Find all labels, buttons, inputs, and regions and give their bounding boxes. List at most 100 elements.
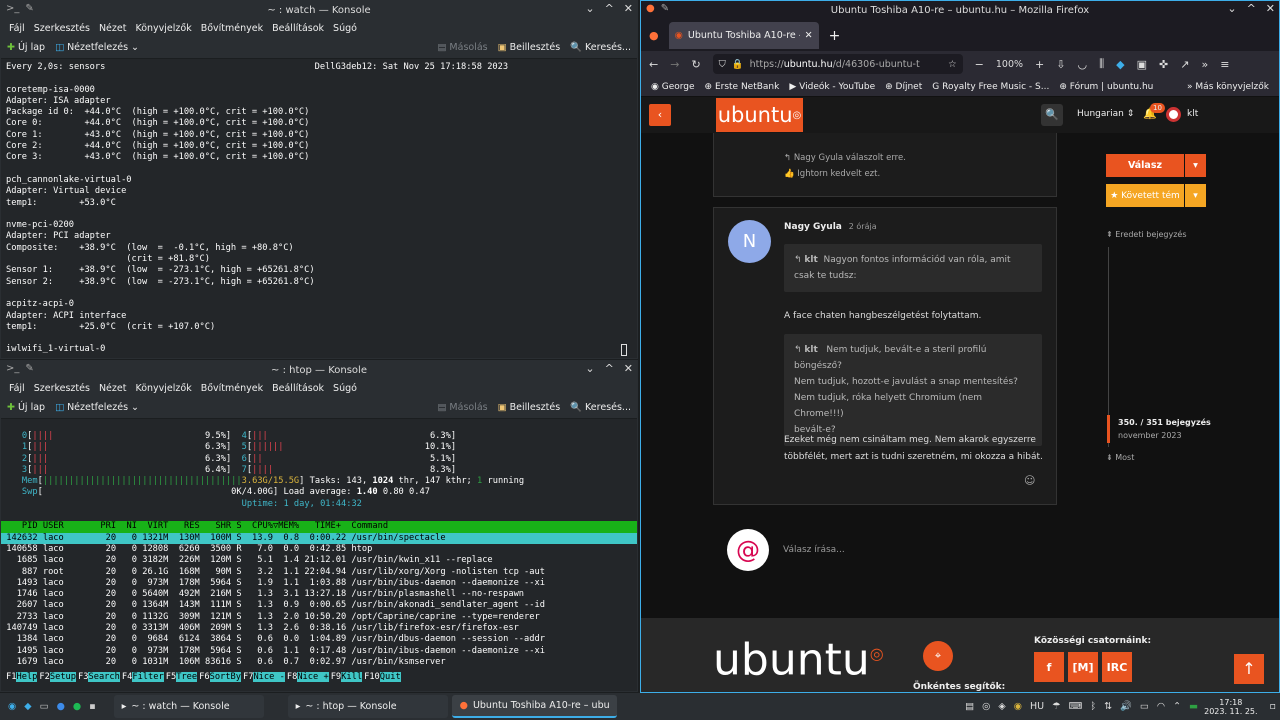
share-icon[interactable]: ↗ (1180, 58, 1189, 71)
scroll-to-top-button[interactable]: ↑ (1234, 654, 1264, 684)
search-button[interactable]: 🔍 (1041, 104, 1063, 126)
other-bookmarks[interactable]: » Más könyvjelzők (1187, 82, 1269, 92)
addon-icon[interactable]: ✜ (1159, 58, 1168, 71)
replied-note[interactable]: ↰ Nagy Gyula válaszolt erre. (784, 153, 906, 163)
process-row[interactable]: 1384 laco 20 0 9684 6124 3864 S 0.6 0.0 … (1, 634, 637, 645)
firefox-window[interactable]: ● ✎ Ubuntu Toshiba A10-re – ubuntu.hu – M… (640, 0, 1280, 693)
update-icon[interactable]: ◉ (1014, 701, 1022, 712)
pin-icon[interactable]: ◈ (998, 701, 1005, 712)
post-author[interactable]: Nagy Gyula (784, 222, 842, 232)
function-key[interactable]: F8Nice + (287, 672, 331, 683)
input-method-icon[interactable]: ⌨ (1069, 701, 1083, 712)
bookmark-item[interactable]: ⊕ Fórum | ubuntu.hu (1059, 82, 1153, 92)
browser-tab[interactable]: ◉ Ubuntu Toshiba A10-re – u ✕ (668, 22, 819, 49)
community-channel-button[interactable]: IRC (1102, 652, 1132, 682)
author-avatar[interactable]: N (728, 220, 771, 263)
post-time[interactable]: 2 órája (849, 222, 877, 231)
close-icon[interactable]: ✕ (624, 362, 633, 375)
scrubber-original[interactable]: ⇞ Eredeti bejegyzés (1106, 230, 1187, 239)
new-tab-icon[interactable]: + (829, 28, 841, 44)
process-row[interactable]: 1493 laco 20 0 973M 178M 5964 S 1.9 1.1 … (1, 578, 637, 589)
function-key[interactable]: F3Search (78, 672, 122, 683)
task-firefox[interactable]: ●Ubuntu Toshiba A10-re – ubuntu.h... (451, 695, 617, 718)
community-channel-button[interactable]: f (1034, 652, 1064, 682)
file-manager-icon[interactable]: ▭ (40, 701, 49, 712)
scrubber-now[interactable]: ⇟ Most (1106, 453, 1134, 462)
spotify-icon[interactable]: ● (73, 701, 81, 712)
wifi-icon[interactable]: ◠ (1157, 701, 1165, 712)
function-key[interactable]: F6SortBy (199, 672, 243, 683)
process-row[interactable]: 887 root 20 0 26.1G 168M 90M S 3.2 1.1 2… (1, 567, 637, 578)
language-select[interactable]: Hungarian ⇕ (1077, 109, 1134, 119)
process-row[interactable]: 1679 laco 20 0 1031M 106M 83616 S 0.6 0.… (1, 657, 637, 668)
process-row[interactable]: 142632 laco 20 0 1321M 130M 100M S 13.9 … (1, 532, 637, 544)
firefox-view-icon[interactable]: ● (649, 29, 659, 42)
tab-close-icon[interactable]: ✕ (805, 30, 813, 41)
caprine-icon[interactable]: ◎ (982, 701, 990, 712)
function-key[interactable]: F4Filter (122, 672, 166, 683)
menu-item[interactable]: Fájl (9, 383, 25, 394)
menu-item[interactable]: Fájl (9, 23, 25, 34)
menu-item[interactable]: Súgó (333, 23, 357, 34)
konsole-htop-titlebar[interactable]: >_ ✎ ~ : htop — Konsole ⌄ ^ ✕ (1, 361, 637, 380)
clock[interactable]: 17:18 2023. 11. 25. (1204, 698, 1257, 716)
bookmark-item[interactable]: ▶ Videók - YouTube (789, 82, 875, 92)
chromium-icon[interactable]: ● (57, 701, 65, 712)
konsole-watch-titlebar[interactable]: >_ ✎ ~ : watch — Konsole ⌄ ^ ✕ (1, 1, 637, 20)
url-bar[interactable]: ⛉ 🔒 https://ubuntu.hu/d/46306-ubuntu-t ☆ (712, 54, 963, 74)
reply-dropdown-button[interactable]: ▾ (1185, 154, 1206, 177)
konsole-htop-window[interactable]: >_ ✎ ~ : htop — Konsole ⌄ ^ ✕ Fájl Szerkeszt… (0, 360, 638, 692)
extension-icon[interactable]: ◆ (1116, 58, 1124, 71)
username[interactable]: klt (1187, 109, 1198, 119)
menu-item[interactable]: Nézet (99, 383, 127, 394)
reply-button[interactable]: Válasz (1106, 154, 1184, 177)
function-key[interactable]: F1Help (6, 672, 39, 683)
function-key[interactable]: F5Tree (166, 672, 199, 683)
clipboard-icon[interactable]: ▤ (965, 701, 974, 712)
save-icon[interactable]: ▣ (1137, 58, 1147, 71)
zoom-out-icon[interactable]: − (975, 58, 984, 71)
konsole-watch-window[interactable]: >_ ✎ ~ : watch — Konsole ⌄ ^ ✕ Fájl Szerkesz… (0, 0, 638, 359)
pin-icon[interactable]: ✎ (25, 3, 33, 14)
reload-icon[interactable]: ↻ (691, 58, 700, 71)
menu-item[interactable]: Súgó (333, 383, 357, 394)
chevron-down-icon[interactable]: ⌄ (585, 2, 594, 15)
menu-item[interactable]: Bővítmények (201, 383, 263, 394)
maximize-icon[interactable]: ^ (605, 2, 614, 15)
terminal-launcher-icon[interactable]: ▪ (89, 701, 95, 712)
keyboard-layout[interactable]: HU (1030, 701, 1044, 712)
copy-button[interactable]: ▤ Másolás (437, 42, 487, 53)
menu-item[interactable]: Könyvjelzők (135, 383, 191, 394)
function-key[interactable]: F7Nice - (243, 672, 287, 683)
maximize-icon[interactable]: ^ (605, 362, 614, 375)
close-icon[interactable]: ✕ (624, 2, 633, 15)
terminal-output[interactable]: Every 2,0s: sensors DellG3deb12: Sat Nov… (1, 59, 637, 358)
new-tab-button[interactable]: ✚ Új lap (7, 42, 45, 53)
scrollbar[interactable] (621, 344, 627, 356)
site-logo[interactable]: ubuntu ◎ (716, 98, 803, 132)
menu-item[interactable]: Beállítások (272, 383, 324, 394)
task-konsole-watch[interactable]: ▸ ~ : watch — Konsole (113, 695, 264, 718)
menu-item[interactable]: Szerkesztés (34, 23, 90, 34)
back-icon[interactable]: ← (649, 58, 658, 71)
find-button[interactable]: 🔍 Keresés... (570, 402, 631, 413)
menu-item[interactable]: Szerkesztés (34, 383, 90, 394)
close-icon[interactable]: ✕ (1266, 2, 1275, 15)
paste-button[interactable]: ▣ Beillesztés (498, 402, 561, 413)
chevron-down-icon[interactable]: ⌄ (585, 362, 594, 375)
find-button[interactable]: 🔍 Keresés... (570, 42, 631, 53)
process-row[interactable]: 1746 laco 20 0 5640M 492M 216M S 1.3 3.1… (1, 589, 637, 600)
bookmark-item[interactable]: ⊕ Díjnet (885, 82, 922, 92)
avatar[interactable] (1166, 107, 1181, 122)
pocket-icon[interactable]: ◡ (1077, 58, 1087, 71)
library-icon[interactable]: ⫼ (1099, 57, 1104, 71)
battery-icon[interactable]: ▬ (1189, 701, 1198, 712)
community-channel-button[interactable]: [M] (1068, 652, 1098, 682)
process-row[interactable]: 140658 laco 20 0 12808 6260 3500 R 7.0 0… (1, 544, 637, 555)
new-tab-button[interactable]: ✚ Új lap (7, 402, 45, 413)
download-icon[interactable]: ⇩ (1056, 58, 1065, 71)
show-desktop-icon[interactable]: ▫ (1270, 701, 1276, 712)
function-key[interactable]: F9Kill (331, 672, 364, 683)
menu-item[interactable]: Könyvjelzők (135, 23, 191, 34)
split-view-button[interactable]: ◫ Nézetfelezés ⌄ (55, 402, 139, 413)
